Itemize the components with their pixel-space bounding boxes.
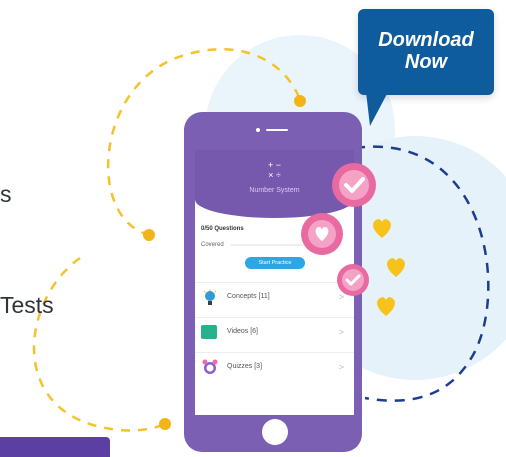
yellow-dot [294, 95, 306, 107]
checkmark-badge-small-icon [337, 264, 369, 296]
chevron-right-icon: > [338, 327, 344, 337]
list-item-label: Quizzes [3] [227, 363, 263, 370]
bulb-icon [203, 289, 217, 307]
chevron-right-icon: > [338, 362, 344, 372]
download-now-button[interactable]: Download Now [358, 9, 494, 95]
questions-count: 0/50 Questions [201, 226, 244, 232]
phone-camera [256, 128, 260, 132]
left-text-line-2: Tests [0, 292, 54, 318]
yellow-dot [143, 229, 155, 241]
start-practice-button[interactable]: Start Practice [245, 257, 305, 269]
list-item-quizzes[interactable]: Quizzes [3] > [195, 352, 354, 383]
phone-speaker [266, 129, 288, 131]
covered-label: Covered [201, 242, 224, 248]
yellow-heart-icon [373, 219, 391, 238]
download-label-line-2: Now [404, 51, 448, 73]
yellow-dot [159, 418, 171, 430]
speech-bubble-tail [366, 92, 388, 126]
list-item-videos[interactable]: Videos [6] > [195, 317, 354, 348]
checkmark-badge-large-icon [332, 163, 376, 207]
alarm-icon [202, 359, 218, 375]
phone-home-button[interactable] [262, 419, 288, 445]
video-icon [201, 325, 217, 339]
list-item-label: Concepts [11] [227, 293, 270, 300]
download-label-line-1: Download [378, 29, 474, 51]
left-text-line-1: s [0, 181, 12, 207]
yellow-heart-icon [387, 258, 405, 277]
heart-badge-icon [301, 213, 343, 255]
yellow-heart-icon [377, 297, 395, 316]
cta-button-partial[interactable] [0, 437, 110, 457]
list-item-concepts[interactable]: Concepts [11] > [195, 282, 354, 313]
list-item-label: Videos [6] [227, 328, 259, 335]
yellow-dashed-arc-bottom [32, 256, 166, 432]
